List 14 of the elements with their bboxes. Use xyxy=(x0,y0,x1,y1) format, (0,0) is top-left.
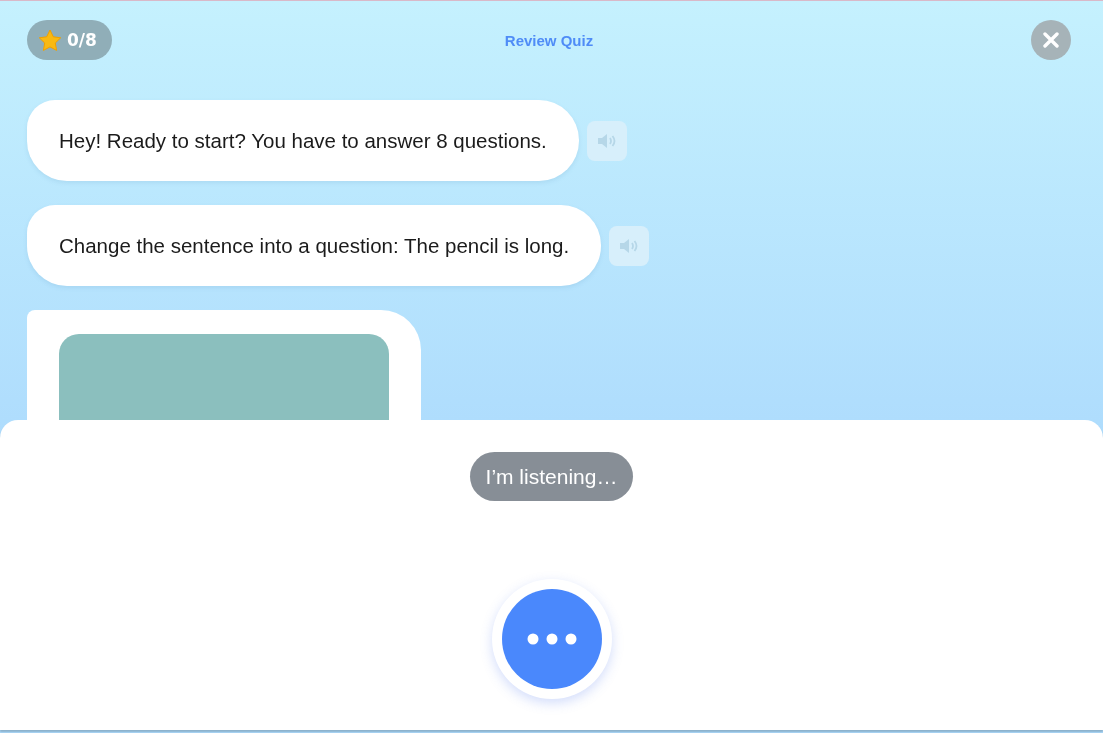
chat-bubble: Change the sentence into a question: The pencil is long. xyxy=(27,205,602,286)
dots-icon xyxy=(526,633,577,645)
close-icon xyxy=(1043,32,1059,48)
listening-button[interactable] xyxy=(501,589,602,689)
speaker-icon xyxy=(596,132,617,149)
speaker-icon xyxy=(619,237,640,254)
score-text: 0/8 xyxy=(67,30,97,50)
listening-status: I’m listening… xyxy=(469,452,634,501)
speaker-button[interactable] xyxy=(586,120,627,161)
close-button[interactable] xyxy=(1031,20,1071,60)
star-icon xyxy=(38,28,62,52)
quiz-title: Review Quiz xyxy=(504,31,594,49)
speaker-button[interactable] xyxy=(609,225,650,266)
chat-bubble: Hey! Ready to start? You have to answer 8 questions. xyxy=(27,100,579,181)
